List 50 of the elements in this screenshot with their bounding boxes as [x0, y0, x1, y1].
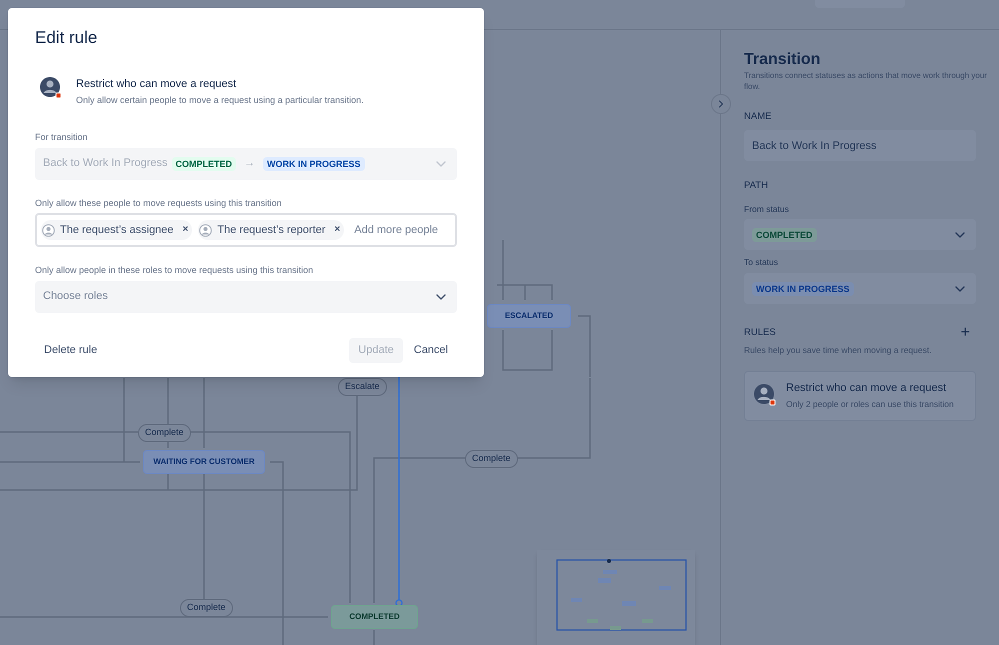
status-lozenge: WORK IN PROGRESS — [752, 282, 854, 296]
name-field[interactable]: Back to Work In Progress — [744, 130, 976, 162]
from-status-select[interactable]: COMPLETED — [744, 219, 976, 250]
person-name: The request’s reporter — [217, 222, 326, 238]
field-value: Back to Work In Progress — [752, 138, 877, 154]
transition-label[interactable]: Complete — [138, 424, 191, 442]
field-label: From status — [744, 202, 790, 216]
panel-title: Transition — [744, 50, 822, 70]
arrow-glyph: → — [244, 156, 256, 172]
transition-select[interactable]: Back to Work In Progress COMPLETED → WORK IN PROGRESS — [35, 148, 457, 180]
rule-description: Only 2 people or roles can use this transition — [786, 398, 954, 411]
add-rule-button[interactable]: + — [960, 325, 970, 341]
status-node[interactable]: ESCALATED — [487, 304, 571, 328]
people-picker-field[interactable]: The request’s assignee × The request’s reporter × Add more people — [35, 213, 457, 247]
to-status-select[interactable]: WORK IN PROGRESS — [744, 273, 976, 304]
rule-card[interactable]: Restrict who can move a request Only 2 people or roles can use this transition — [744, 370, 976, 421]
dialog-button[interactable]: Cancel — [404, 338, 457, 362]
panel-description: Transitions connect statuses as actions that move work through your flow. — [744, 70, 988, 92]
dialog-button[interactable]: Delete rule — [35, 338, 106, 362]
field-label: For transition — [35, 131, 89, 144]
rule-title: Restrict who can move a request — [76, 77, 238, 92]
status-lozenge: COMPLETED — [172, 156, 236, 170]
field-label: Only allow these people to move requests using this transition — [35, 196, 283, 210]
section-label: NAME — [744, 110, 772, 124]
section-label: RULES — [744, 326, 776, 340]
roles-select[interactable]: Choose roles — [35, 280, 457, 312]
status-node[interactable]: COMPLETED — [331, 605, 418, 629]
rule-title: Restrict who can move a request — [786, 380, 948, 396]
transition-label[interactable]: Complete — [180, 599, 233, 617]
person-name: The request’s assignee — [60, 222, 174, 238]
collapse-panel-button[interactable] — [711, 94, 731, 114]
rule-description: Only allow certain people to move a request using a particular transition. — [76, 94, 364, 107]
field-label: Only allow people in these roles to move requests using this transition — [35, 264, 314, 277]
status-lozenge: COMPLETED — [752, 228, 817, 242]
user-avatar-icon — [753, 383, 778, 408]
person-icon — [199, 224, 212, 236]
remove-button[interactable]: × — [182, 225, 188, 235]
section-label: PATH — [744, 179, 769, 194]
select-placeholder: Choose roles — [43, 289, 108, 304]
field-label: To status — [744, 256, 780, 269]
select-value: Back to Work In Progress — [43, 156, 168, 172]
transition-label[interactable]: Escalate — [338, 378, 387, 396]
transition-label[interactable]: Complete — [465, 450, 518, 468]
rules-description: Rules help you save time when moving a request. — [744, 344, 933, 357]
remove-button[interactable]: × — [334, 225, 340, 235]
dialog-title: Edit rule — [35, 27, 98, 49]
status-node[interactable]: WAITING FOR CUSTOMER — [143, 450, 265, 474]
add-people-input[interactable]: Add more people — [354, 222, 451, 238]
status-lozenge: WORK IN PROGRESS — [263, 156, 365, 170]
person-icon — [42, 224, 55, 236]
